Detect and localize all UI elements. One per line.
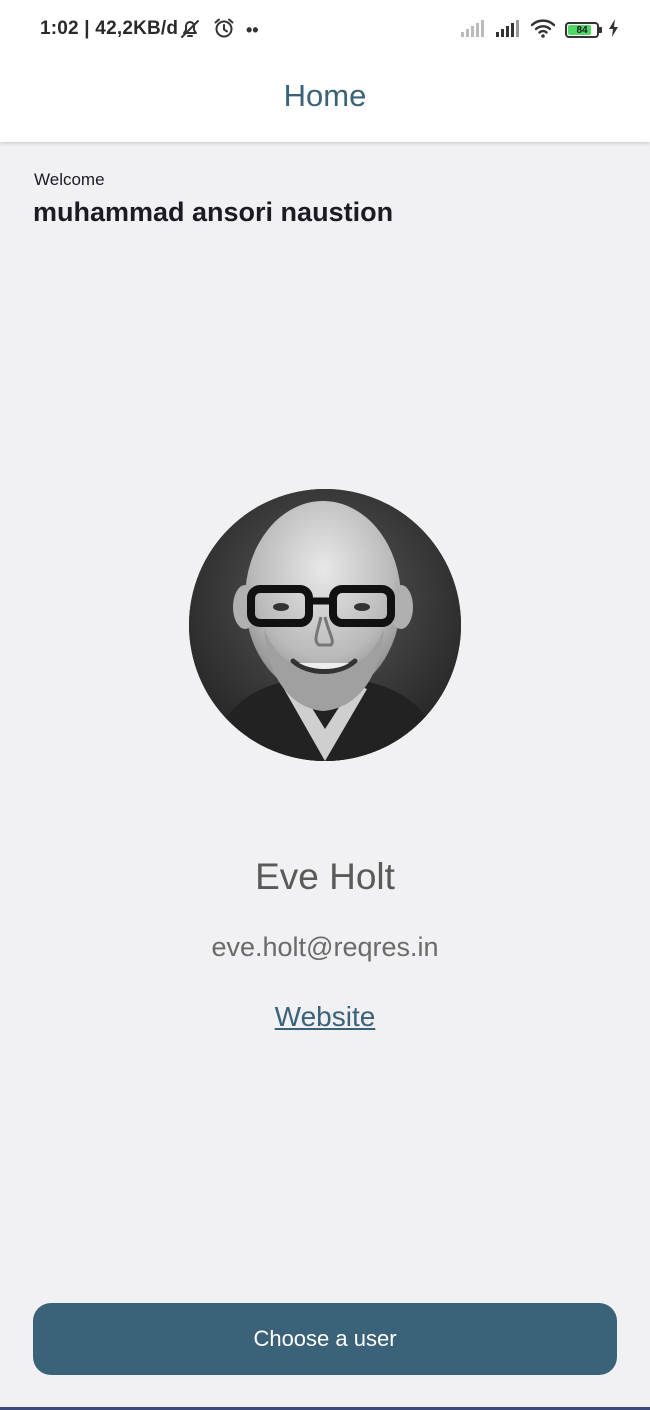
battery-icon: 84 (565, 22, 602, 38)
website-link[interactable]: Website (0, 1001, 650, 1033)
charging-icon (608, 18, 620, 43)
welcome-label: Welcome (34, 170, 105, 189)
signal-icon (495, 18, 521, 43)
signal-icon (460, 18, 486, 43)
page-title: Home (283, 78, 367, 113)
profile-name: Eve Holt (255, 856, 395, 897)
choose-user-button[interactable]: Choose a user (33, 1303, 617, 1375)
profile-email: eve.holt@reqres.in (211, 932, 439, 962)
status-more-dots: •• (246, 20, 259, 40)
alarm-icon (212, 16, 236, 45)
mute-icon (178, 16, 202, 45)
status-right-icons: 84 (460, 17, 620, 43)
battery-level: 84 (576, 24, 588, 36)
status-left-icons: •• (178, 17, 259, 43)
app-bar: Home (0, 60, 650, 142)
avatar (189, 489, 461, 761)
status-time: 1:02 | 42,2KB/d (40, 18, 179, 39)
wifi-icon (530, 17, 556, 44)
choose-user-label: Choose a user (253, 1326, 397, 1351)
status-bar: 1:02 | 42,2KB/d •• 84 (0, 0, 650, 60)
user-name: muhammad ansori naustion (33, 197, 394, 227)
